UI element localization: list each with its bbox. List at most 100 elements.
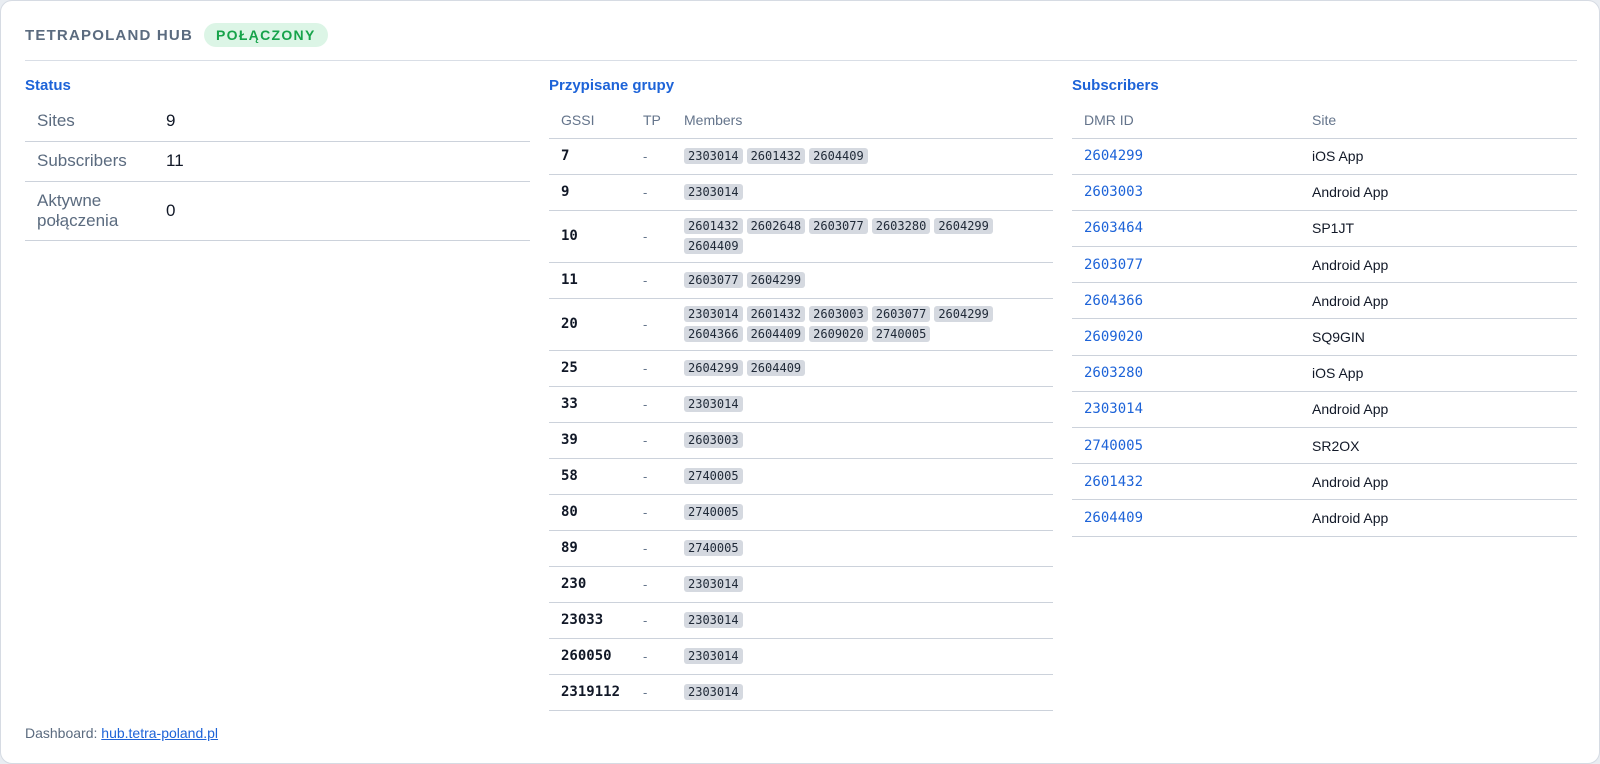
member-chip: 2740005: [871, 326, 931, 342]
group-gssi: 10: [549, 210, 631, 263]
member-chip: 2603077: [684, 272, 743, 288]
member-chip: 2303014: [684, 306, 743, 322]
group-members: 2303014 2601432 2604409: [672, 138, 1053, 175]
subscriber-dmr-id-link[interactable]: 2740005: [1072, 427, 1300, 465]
member-chip-list: 2303014 2601432 2604409: [684, 147, 1024, 165]
group-tp: -: [631, 138, 672, 175]
member-chip: 2303014: [684, 184, 743, 200]
member-chip: 2603003: [684, 432, 743, 448]
group-gssi: 260050: [549, 638, 631, 675]
hub-title: TETRAPOLAND HUB: [25, 27, 193, 44]
member-chip: 2604366: [684, 326, 743, 342]
group-gssi: 25: [549, 350, 631, 387]
member-chip: 2740005: [684, 468, 743, 484]
subscribers-section-title: Subscribers: [1072, 77, 1159, 94]
subscriber-dmr-id-link[interactable]: 2603464: [1072, 210, 1300, 248]
member-chip: 2604409: [746, 360, 806, 376]
group-gssi: 20: [549, 298, 631, 351]
group-gssi: 2319112: [549, 674, 631, 711]
groups-section-title: Przypisane grupy: [549, 77, 675, 94]
subscriber-dmr-id-link[interactable]: 2303014: [1072, 391, 1300, 429]
status-row-sites: Sites 9: [25, 102, 530, 142]
member-chip-list: 2603077 2604299: [684, 271, 1024, 289]
group-tp: -: [631, 674, 672, 711]
status-label: Sites: [25, 102, 166, 142]
subscriber-row: 2604366 Android App: [1072, 282, 1577, 320]
status-row-subscribers: Subscribers 11: [25, 141, 530, 182]
member-chip: 2303014: [684, 648, 743, 664]
member-chip-list: 2303014: [684, 647, 1024, 665]
group-tp: -: [631, 422, 672, 459]
subscriber-dmr-id-link[interactable]: 2609020: [1072, 318, 1300, 356]
subscriber-row: 2603003 Android App: [1072, 174, 1577, 211]
subscribers-table: DMR ID Site 2604299 iOS App 2603003 Android…: [1072, 103, 1577, 537]
group-members: 2303014: [672, 386, 1053, 423]
group-row: 2319112-2303014: [549, 674, 1053, 711]
group-row: 39-2603003: [549, 422, 1053, 459]
member-chip: 2604409: [809, 148, 868, 164]
group-row: 25-2604299 2604409: [549, 350, 1053, 387]
member-chip: 2601432: [684, 218, 743, 234]
subscriber-site: SP1JT: [1300, 210, 1577, 248]
group-row: 230-2303014: [549, 566, 1053, 603]
group-tp: -: [631, 458, 672, 495]
connection-status-badge: POŁĄCZONY: [204, 23, 328, 47]
member-chip: 2603077: [809, 218, 868, 234]
subscriber-dmr-id-link[interactable]: 2604409: [1072, 499, 1300, 537]
member-chip-list: 2740005: [684, 467, 1024, 485]
group-row: 23033-2303014: [549, 602, 1053, 639]
col-tp: TP: [631, 103, 672, 139]
subscriber-dmr-id-link[interactable]: 2604299: [1072, 138, 1300, 175]
status-row-active-connections: Aktywne połączenia 0: [25, 181, 530, 241]
group-members: 2603003: [672, 422, 1053, 459]
dashboard-link[interactable]: hub.tetra-poland.pl: [101, 725, 218, 741]
group-tp: -: [631, 494, 672, 531]
group-members: 2303014: [672, 602, 1053, 639]
group-row: 20-2303014 2601432 2603003 2603077 2604299 26…: [549, 298, 1053, 351]
group-gssi: 80: [549, 494, 631, 531]
status-value: 11: [166, 141, 530, 182]
member-chip: 2303014: [684, 576, 743, 592]
member-chip-list: 2303014: [684, 611, 1024, 629]
subscriber-site: Android App: [1300, 463, 1577, 501]
group-row: 260050-2303014: [549, 638, 1053, 675]
col-dmr-id: DMR ID: [1072, 103, 1300, 139]
subscriber-dmr-id-link[interactable]: 2603280: [1072, 355, 1300, 392]
subscriber-dmr-id-link[interactable]: 2603077: [1072, 246, 1300, 284]
member-chip: 2603077: [871, 306, 931, 322]
group-gssi: 39: [549, 422, 631, 459]
member-chip: 2603280: [871, 218, 931, 234]
member-chip: 2604299: [934, 306, 993, 322]
subscriber-dmr-id-link[interactable]: 2601432: [1072, 463, 1300, 501]
subscriber-row: 2303014 Android App: [1072, 391, 1577, 429]
group-members: 2303014: [672, 566, 1053, 603]
group-members: 2603077 2604299: [672, 262, 1053, 299]
group-tp: -: [631, 530, 672, 567]
subscriber-dmr-id-link[interactable]: 2603003: [1072, 174, 1300, 211]
member-chip-list: 2303014 2601432 2603003 2603077 2604299 26043…: [684, 305, 1024, 343]
group-row: 89-2740005: [549, 530, 1053, 567]
subscriber-row: 2604409 Android App: [1072, 499, 1577, 537]
status-label: Subscribers: [25, 141, 166, 182]
col-gssi: GSSI: [549, 103, 631, 139]
subscriber-site: Android App: [1300, 391, 1577, 429]
subscriber-site: Android App: [1300, 246, 1577, 284]
group-row: 9-2303014: [549, 174, 1053, 211]
member-chip: 2604299: [746, 272, 806, 288]
group-gssi: 9: [549, 174, 631, 211]
group-members: 2303014: [672, 674, 1053, 711]
col-members: Members: [672, 103, 1053, 139]
subscriber-dmr-id-link[interactable]: 2604366: [1072, 282, 1300, 320]
member-chip-list: 2603003: [684, 431, 1024, 449]
status-label: Aktywne połączenia: [25, 181, 166, 241]
group-row: 10-2601432 2602648 2603077 2603280 2604299 26…: [549, 210, 1053, 263]
subscriber-site: iOS App: [1300, 138, 1577, 175]
status-value: 9: [166, 102, 530, 142]
member-chip-list: 2740005: [684, 539, 1024, 557]
subscriber-row: 2603077 Android App: [1072, 246, 1577, 284]
groups-table: GSSI TP Members 7-2303014 2601432 2604409 9…: [549, 103, 1053, 711]
subscriber-site: SQ9GIN: [1300, 318, 1577, 356]
group-gssi: 23033: [549, 602, 631, 639]
group-gssi: 33: [549, 386, 631, 423]
member-chip: 2603003: [809, 306, 868, 322]
